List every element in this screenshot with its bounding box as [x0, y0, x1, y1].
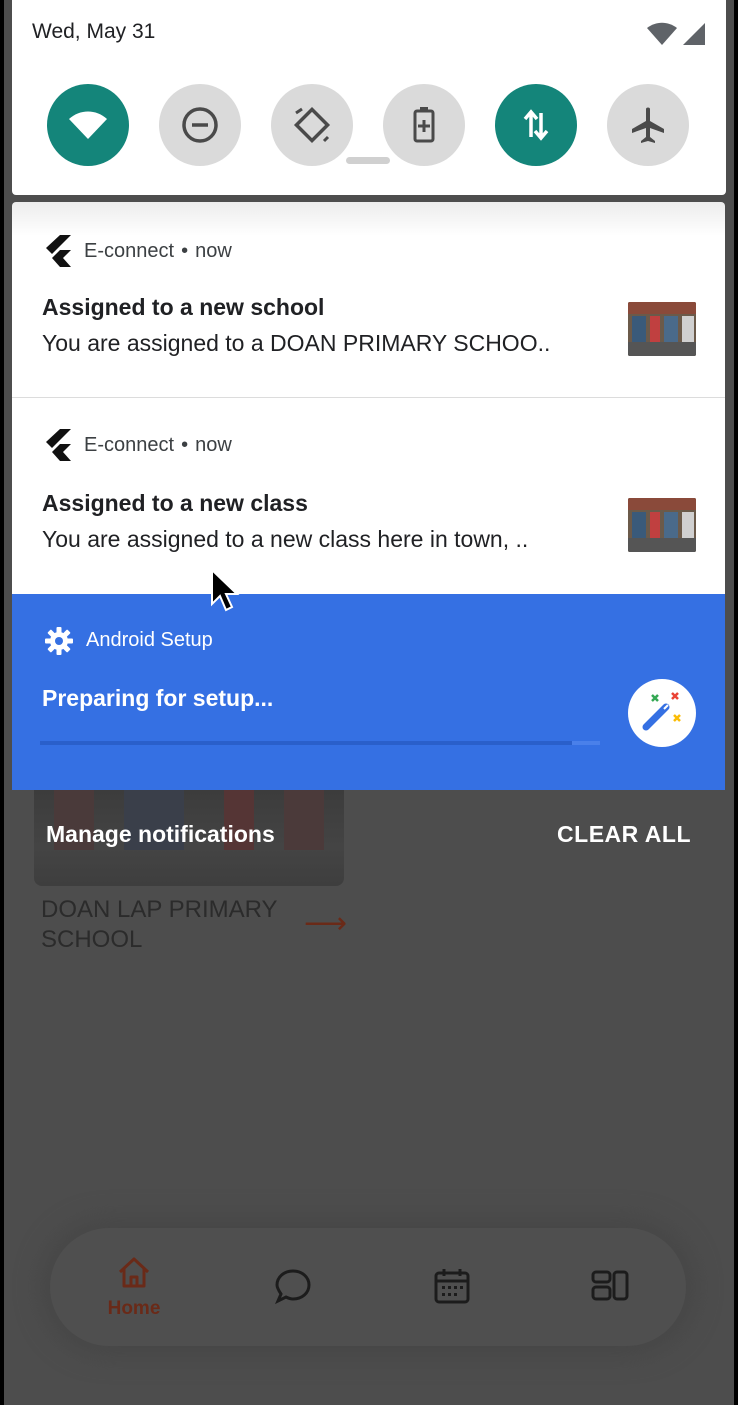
- airplane-icon: [632, 107, 664, 143]
- magic-wand-icon: [642, 692, 681, 731]
- notification-card[interactable]: E-connect • now Assigned to a new class …: [12, 398, 725, 594]
- gear-icon: [45, 627, 73, 655]
- home-icon: [118, 1257, 150, 1288]
- setup-title: Preparing for setup...: [42, 685, 274, 711]
- cell-signal-icon: [683, 23, 705, 45]
- drag-handle[interactable]: [346, 157, 390, 164]
- tile-mobile-data[interactable]: [495, 84, 577, 166]
- tile-battery-saver[interactable]: [383, 84, 465, 166]
- bottom-navigation: Home: [50, 1228, 686, 1346]
- setup-progress-fill: [40, 741, 572, 745]
- notification-title: Assigned to a new class: [42, 490, 308, 516]
- nav-home[interactable]: Home: [84, 1228, 184, 1346]
- notification-title: Assigned to a new school: [42, 294, 325, 320]
- wifi-icon: [69, 111, 107, 139]
- notification-thumbnail: [628, 302, 696, 356]
- tile-auto-rotate[interactable]: [271, 84, 353, 166]
- mouse-cursor-icon: [211, 568, 240, 612]
- school-name[interactable]: DOAN LAP PRIMARY SCHOOL: [41, 895, 301, 955]
- notification-separator: •: [181, 239, 189, 262]
- tile-do-not-disturb[interactable]: [159, 84, 241, 166]
- minus-circle-icon: [182, 107, 218, 143]
- notification-thumbnail: [628, 498, 696, 552]
- status-date: Wed, May 31: [32, 20, 156, 43]
- notification-card[interactable]: E-connect • now Assigned to a new school…: [12, 202, 725, 397]
- manage-notifications-button[interactable]: Manage notifications: [46, 821, 275, 848]
- nav-dashboard[interactable]: [560, 1228, 660, 1346]
- clear-all-button[interactable]: CLEAR ALL: [557, 821, 691, 848]
- school-photo: [628, 498, 696, 552]
- notification-text: You are assigned to a DOAN PRIMARY SCHOO…: [42, 330, 551, 356]
- notification-time: now: [195, 239, 232, 262]
- notification-header: E-connect • now: [44, 235, 232, 267]
- calendar-icon: [434, 1269, 470, 1304]
- setup-progress-bar: [40, 741, 600, 745]
- notification-app-name: E-connect: [84, 433, 175, 456]
- status-icons: [646, 22, 706, 51]
- flutter-logo-icon: [46, 235, 71, 267]
- notification-header: E-connect • now: [44, 429, 232, 461]
- nav-chat[interactable]: [243, 1228, 343, 1346]
- tile-airplane-mode[interactable]: [607, 84, 689, 166]
- up-down-arrows-icon: [523, 109, 549, 141]
- setup-app-name: Android Setup: [86, 629, 213, 651]
- battery-plus-icon: [413, 107, 435, 143]
- notification-app-name: E-connect: [84, 239, 175, 262]
- school-photo: [628, 302, 696, 356]
- notification-text: You are assigned to a new class here in …: [42, 526, 529, 552]
- dashboard-icon: [591, 1270, 629, 1301]
- arrow-right-icon[interactable]: ⟶: [304, 906, 347, 941]
- tile-wifi[interactable]: [47, 84, 129, 166]
- flutter-logo-icon: [46, 429, 71, 461]
- notification-time: now: [195, 433, 232, 456]
- nav-home-label: Home: [107, 1298, 161, 1319]
- notification-separator: •: [181, 433, 189, 456]
- setup-icon: [628, 679, 696, 747]
- chat-icon: [275, 1269, 311, 1305]
- setup-notification[interactable]: Android Setup Preparing for setup...: [12, 594, 725, 790]
- quick-settings-panel: Wed, May 31: [12, 0, 726, 195]
- nav-calendar[interactable]: [402, 1228, 502, 1346]
- wifi-signal-icon: [646, 22, 677, 45]
- rotate-icon: [293, 106, 331, 144]
